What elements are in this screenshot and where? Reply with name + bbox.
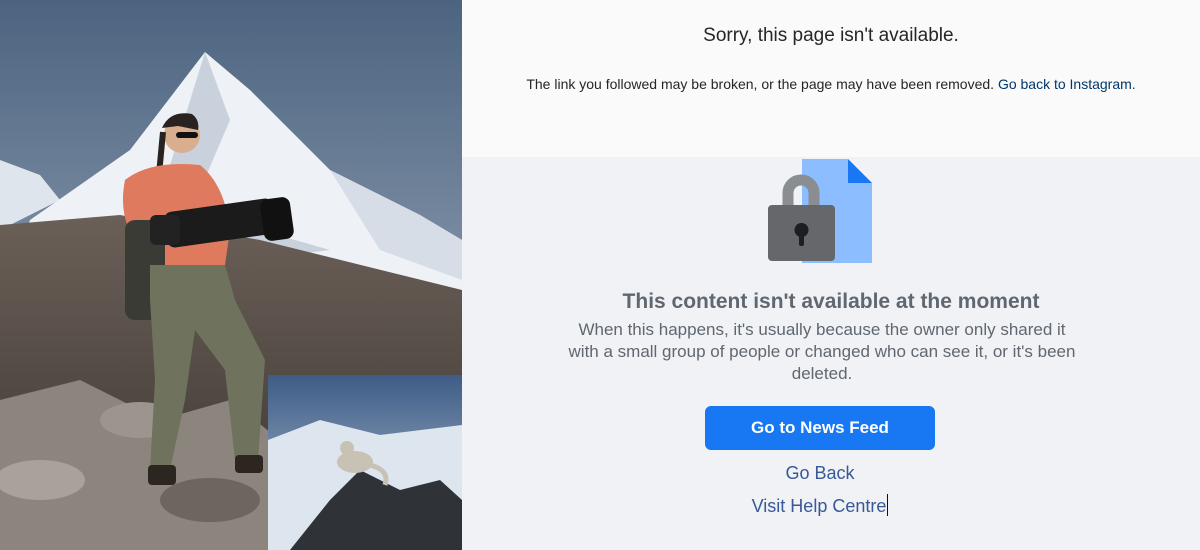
- content-unavailable-panel: This content isn't available at the mome…: [462, 157, 1200, 550]
- go-to-news-feed-button[interactable]: Go to News Feed: [705, 406, 935, 450]
- instagram-error-message: The link you followed may be broken, or …: [462, 76, 1200, 92]
- text-cursor: [887, 494, 889, 516]
- go-back-to-instagram-link[interactable]: Go back to Instagram.: [998, 76, 1136, 92]
- mountain-photographer-image: [0, 0, 462, 550]
- content-unavailable-title: This content isn't available at the mome…: [622, 290, 1040, 313]
- instagram-error-title: Sorry, this page isn't available.: [703, 25, 959, 46]
- visit-help-centre-link[interactable]: Visit Help Centre: [752, 496, 887, 516]
- help-centre-link-row: Visit Help Centre: [462, 494, 1178, 517]
- instagram-error-panel: Sorry, this page isn't available. The li…: [462, 0, 1200, 157]
- go-back-link[interactable]: Go Back: [462, 463, 1178, 484]
- instagram-error-text: The link you followed may be broken, or …: [526, 76, 995, 92]
- lock-document-icon: [768, 159, 872, 263]
- hero-photo: [0, 0, 462, 550]
- content-unavailable-description: When this happens, it's usually because …: [568, 320, 1076, 383]
